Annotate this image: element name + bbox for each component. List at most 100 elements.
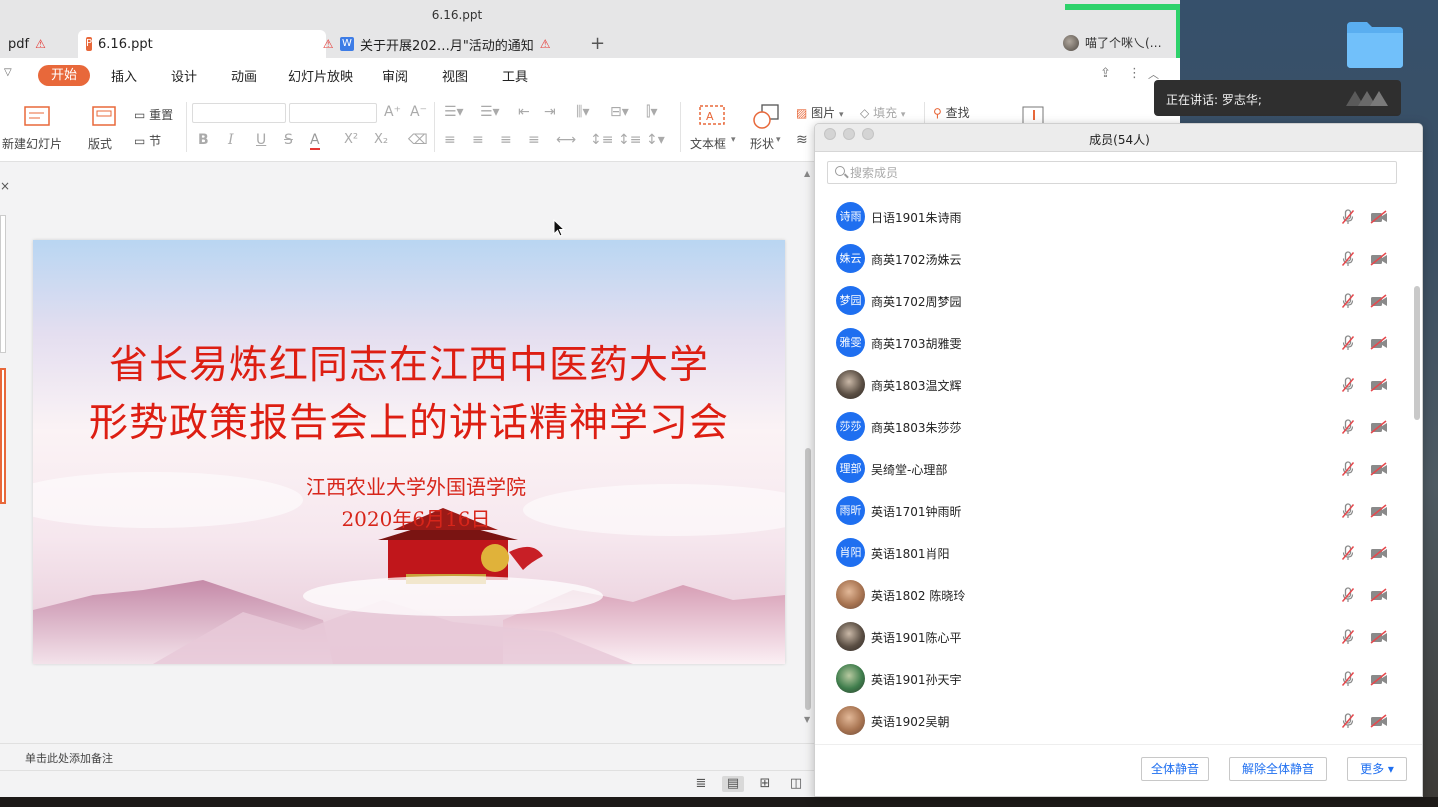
camera-off-icon[interactable] (1370, 672, 1388, 686)
section-button[interactable]: ▭ 节 (134, 132, 161, 149)
scrollbar-thumb[interactable] (805, 448, 811, 710)
menu-animation[interactable]: 动画 (231, 66, 257, 85)
close-panel-icon[interactable]: × (0, 179, 10, 193)
camera-off-icon[interactable] (1370, 420, 1388, 434)
text-box-icon[interactable]: A (699, 104, 725, 126)
mic-muted-icon[interactable] (1341, 503, 1355, 519)
member-row[interactable]: 英语1902吴朝 (815, 699, 1411, 740)
distribute-icon[interactable]: ⟷ (556, 132, 576, 148)
unmute-all-button[interactable]: 解除全体静音 (1229, 757, 1327, 781)
menu-design[interactable]: 设计 (171, 66, 197, 85)
picture-button[interactable]: ▨ 图片 ▾ (796, 104, 844, 121)
more-button[interactable]: 更多 ▾ (1347, 757, 1407, 781)
layers-icon[interactable]: ≋ (796, 132, 808, 148)
decrease-font-icon[interactable]: A⁻ (410, 104, 427, 120)
member-row[interactable]: 姝云 商英1702汤姝云 (815, 237, 1411, 279)
scrollbar-thumb[interactable] (1414, 286, 1420, 420)
find-button[interactable]: ⚲ 查找 (933, 104, 970, 121)
font-family-select[interactable] (192, 103, 286, 123)
font-size-select[interactable] (289, 103, 377, 123)
mic-muted-icon[interactable] (1341, 587, 1355, 603)
underline-icon[interactable]: U (256, 132, 266, 148)
member-row[interactable]: 商英1803温文辉 (815, 363, 1411, 405)
bullet-list-icon[interactable]: ☰▾ (444, 104, 464, 120)
menu-tools[interactable]: 工具 (502, 66, 528, 85)
mic-muted-icon[interactable] (1341, 629, 1355, 645)
camera-off-icon[interactable] (1370, 210, 1388, 224)
subscript-icon[interactable]: X₂ (374, 132, 388, 147)
member-row[interactable]: 雨昕 英语1701钟雨昕 (815, 489, 1411, 531)
shape-button[interactable]: 形状 (750, 135, 774, 152)
camera-off-icon[interactable] (1370, 462, 1388, 476)
tab-notice-doc[interactable]: W 关于开展202…月"活动的通知 ⚠ (332, 30, 578, 58)
member-row[interactable]: 英语1901陈心平 (815, 615, 1411, 657)
member-search-input[interactable] (850, 164, 1390, 181)
member-row[interactable]: 诗雨 日语1901朱诗雨 (815, 195, 1411, 237)
indent-increase-icon[interactable]: ⇥ (544, 104, 556, 120)
align-left-icon[interactable]: ≡ (444, 132, 456, 148)
font-color-icon[interactable]: A (310, 132, 320, 150)
camera-off-icon[interactable] (1370, 714, 1388, 728)
chevron-down-icon[interactable]: ▾ (731, 135, 736, 145)
menu-collapse-icon[interactable]: ▽ (4, 67, 12, 78)
folder-icon[interactable] (1345, 18, 1405, 70)
fill-button[interactable]: ◇ 填充 ▾ (860, 104, 905, 121)
menu-review[interactable]: 审阅 (382, 66, 408, 85)
normal-view-icon[interactable]: ▤ (722, 776, 744, 792)
member-row[interactable]: 莎莎 商英1803朱莎莎 (815, 405, 1411, 447)
italic-icon[interactable]: I (228, 132, 234, 148)
menu-insert[interactable]: 插入 (111, 66, 137, 85)
align-right-icon[interactable]: ≡ (500, 132, 512, 148)
line-spacing-icon[interactable]: ↕≡ (590, 132, 613, 148)
camera-off-icon[interactable] (1370, 588, 1388, 602)
menu-start[interactable]: 开始 (38, 65, 90, 86)
member-row[interactable]: 英语1802 陈晓玲 (815, 573, 1411, 615)
editor-vertical-scrollbar[interactable]: ▲ ▼ (802, 163, 814, 729)
mic-muted-icon[interactable] (1341, 251, 1355, 267)
mic-muted-icon[interactable] (1341, 671, 1355, 687)
bold-icon[interactable]: B (198, 132, 209, 148)
user-account[interactable]: 喵了个咪乀(… (1063, 34, 1162, 51)
camera-off-icon[interactable] (1370, 504, 1388, 518)
member-row[interactable]: 肖阳 英语1801肖阳 (815, 531, 1411, 573)
member-row[interactable]: 梦园 商英1702周梦园 (815, 279, 1411, 321)
new-tab-button[interactable]: + (590, 33, 605, 54)
scroll-down-icon[interactable]: ▼ (804, 715, 810, 724)
mic-muted-icon[interactable] (1341, 713, 1355, 729)
member-row[interactable]: 雅雯 商英1703胡雅雯 (815, 321, 1411, 363)
notes-toggle-icon[interactable]: ≣ (692, 776, 710, 792)
scroll-up-icon[interactable]: ▲ (804, 169, 810, 178)
paragraph-spacing-icon[interactable]: ↕≡ (618, 132, 641, 148)
clear-format-icon[interactable]: ⌫ (408, 132, 428, 148)
share-icon[interactable]: ⇪ (1100, 66, 1111, 81)
justify-icon[interactable]: ≡ (528, 132, 540, 148)
align-text-icon[interactable]: ⊟▾ (610, 104, 629, 120)
tab-pdf[interactable]: pdf ⚠ (0, 30, 72, 58)
member-search[interactable] (827, 161, 1397, 184)
increase-font-icon[interactable]: A⁺ (384, 104, 401, 120)
mic-muted-icon[interactable] (1341, 419, 1355, 435)
new-slide-button[interactable]: 新建幻灯片 (2, 135, 62, 152)
more-options-icon[interactable]: ⋮ (1128, 66, 1141, 81)
slide-thumbnail[interactable] (0, 215, 6, 353)
camera-off-icon[interactable] (1370, 252, 1388, 266)
reset-button[interactable]: ▭ 重置 (134, 106, 173, 123)
members-scrollbar[interactable] (1412, 182, 1422, 742)
reading-view-icon[interactable]: ◫ (787, 776, 805, 792)
columns-icon[interactable]: ⫿▾ (646, 104, 658, 120)
camera-off-icon[interactable] (1370, 546, 1388, 560)
numbered-list-icon[interactable]: ☰▾ (480, 104, 500, 120)
camera-off-icon[interactable] (1370, 630, 1388, 644)
spacing-options-icon[interactable]: ↕▾ (646, 132, 665, 148)
slide-sorter-icon[interactable]: ⊞ (756, 776, 774, 792)
current-slide[interactable]: 省长易炼红同志在江西中医药大学 形势政策报告会上的讲话精神学习会 江西农业大学外… (33, 240, 785, 664)
mic-muted-icon[interactable] (1341, 461, 1355, 477)
camera-off-icon[interactable] (1370, 336, 1388, 350)
slide-thumbnail-selected[interactable] (0, 368, 6, 504)
mic-muted-icon[interactable] (1341, 377, 1355, 393)
notes-pane[interactable]: 单击此处添加备注 (0, 743, 814, 769)
superscript-icon[interactable]: X² (344, 132, 358, 147)
menu-slideshow[interactable]: 幻灯片放映 (288, 66, 353, 85)
text-box-button[interactable]: 文本框 (690, 135, 726, 152)
layout-icon[interactable] (92, 104, 116, 126)
